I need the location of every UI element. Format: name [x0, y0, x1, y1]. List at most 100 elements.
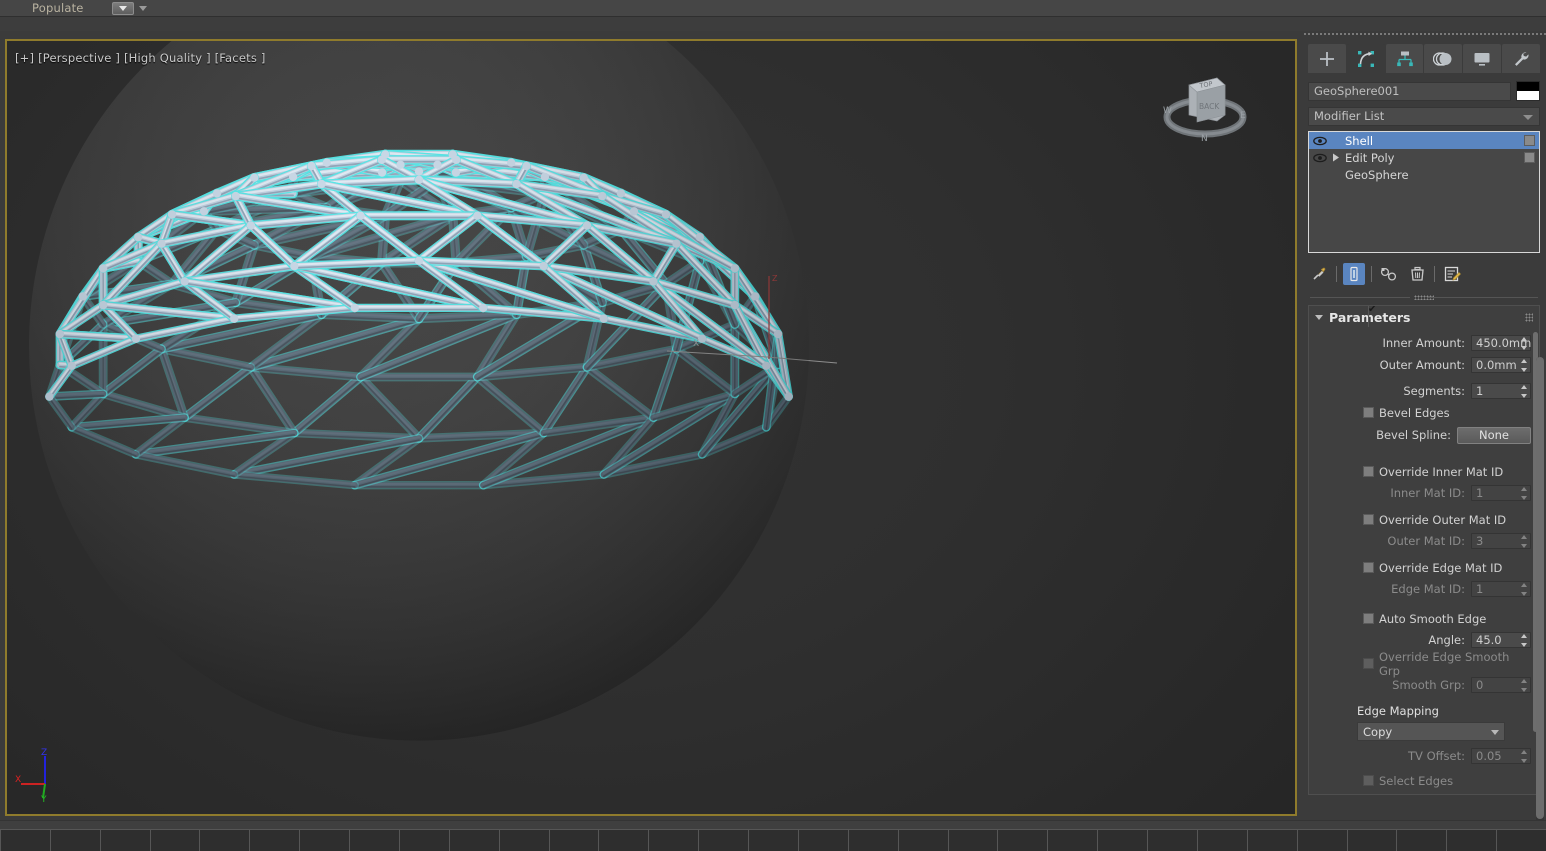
scrollbar-thumb[interactable] — [1536, 357, 1544, 819]
override-edge-mat-checkbox[interactable] — [1363, 562, 1374, 573]
tab-hierarchy[interactable] — [1386, 44, 1424, 74]
modifier-label: Edit Poly — [1343, 151, 1395, 165]
viewcube[interactable]: W E N TOP BACK — [1155, 63, 1255, 163]
tab-create[interactable] — [1308, 44, 1346, 74]
edge-mat-id-spinner[interactable]: 1 — [1471, 581, 1531, 597]
timeline-tick — [698, 830, 699, 851]
angle-value: 45.0 — [1472, 633, 1502, 647]
perspective-viewport[interactable]: XZ [+] [Perspective ] [High Quality ] [F… — [5, 39, 1297, 816]
angle-spinner[interactable]: 45.0 — [1471, 632, 1531, 648]
chevron-down-icon[interactable] — [139, 6, 147, 11]
tab-motion[interactable] — [1424, 44, 1462, 74]
inner-amount-spinner[interactable]: 450.0mm — [1471, 335, 1531, 351]
timeline-tick — [1347, 830, 1348, 851]
svg-text:BACK: BACK — [1199, 102, 1220, 111]
bevel-spline-button[interactable]: None — [1457, 427, 1531, 444]
timeline-tick — [549, 830, 550, 851]
select-edges-row[interactable]: Select Edges — [1315, 770, 1531, 791]
remove-modifier-icon[interactable] — [1406, 263, 1428, 285]
svg-text:Y: Y — [40, 795, 47, 805]
tab-display[interactable] — [1463, 44, 1501, 74]
edge-mapping-dropdown[interactable]: Copy — [1357, 722, 1505, 741]
top-toolbar: Populate — [0, 0, 1546, 17]
modifier-stack[interactable]: Shell Edit Poly GeoSphere — [1308, 131, 1540, 253]
override-outer-mat-row[interactable]: Override Outer Mat ID — [1315, 509, 1531, 530]
override-inner-mat-checkbox[interactable] — [1363, 466, 1374, 477]
segments-spinner[interactable]: 1 — [1471, 383, 1531, 399]
eye-icon[interactable] — [1311, 136, 1329, 146]
select-edges-label: Select Edges — [1379, 774, 1453, 788]
timeline-ticks[interactable] — [0, 829, 1546, 851]
override-edge-smooth-grp-row[interactable]: Override Edge Smooth Grp — [1315, 653, 1531, 674]
override-inner-mat-row[interactable]: Override Inner Mat ID — [1315, 461, 1531, 482]
bevel-spline-row: Bevel Spline: None — [1315, 423, 1531, 447]
segments-value: 1 — [1472, 384, 1483, 398]
edge-mat-id-row: Edge Mat ID: 1 — [1315, 578, 1531, 600]
eye-icon[interactable] — [1311, 153, 1329, 163]
object-color-swatch[interactable] — [1516, 81, 1540, 101]
timeline-tick — [299, 830, 300, 851]
outer-mat-id-value: 3 — [1472, 534, 1483, 548]
parameters-rollout: Parameters Inner Amount: 450.0mm Outer A… — [1308, 305, 1540, 795]
modifier-label: Shell — [1343, 134, 1373, 148]
modifier-list-dropdown[interactable]: Modifier List — [1308, 107, 1540, 126]
override-outer-mat-checkbox[interactable] — [1363, 514, 1374, 525]
command-panel-tabs — [1308, 44, 1540, 74]
object-name-row: GeoSphere001 — [1308, 81, 1540, 101]
select-edges-checkbox[interactable] — [1363, 775, 1374, 786]
override-edge-mat-row[interactable]: Override Edge Mat ID — [1315, 557, 1531, 578]
svg-text:X: X — [693, 339, 699, 349]
auto-smooth-edge-row[interactable]: ✔ Auto Smooth Edge — [1315, 608, 1531, 629]
modifier-stack-toolbar — [1308, 261, 1540, 287]
outer-amount-spinner[interactable]: 0.0mm — [1471, 357, 1531, 373]
chevron-down-icon — [1491, 730, 1499, 735]
outer-mat-id-label: Outer Mat ID: — [1315, 534, 1471, 548]
tab-modify[interactable] — [1347, 44, 1385, 74]
populate-dropdown-icon[interactable] — [112, 2, 134, 15]
edge-mat-id-value: 1 — [1472, 582, 1483, 596]
auto-smooth-edge-label: Auto Smooth Edge — [1379, 612, 1486, 626]
tab-utilities[interactable] — [1502, 44, 1540, 74]
bevel-edges-checkbox[interactable] — [1363, 407, 1374, 418]
configure-modifier-sets-icon[interactable] — [1441, 263, 1463, 285]
show-end-result-icon[interactable] — [1343, 263, 1365, 285]
parameters-rollout-header[interactable]: Parameters — [1309, 306, 1539, 328]
edge-mapping-value: Copy — [1363, 725, 1392, 739]
svg-text:E: E — [1240, 111, 1246, 121]
modifier-stack-item-edit-poly[interactable]: Edit Poly — [1309, 149, 1539, 166]
auto-smooth-edge-checkbox[interactable]: ✔ — [1363, 613, 1374, 624]
modifier-toggle-checkbox[interactable] — [1524, 152, 1535, 163]
make-unique-icon[interactable] — [1378, 263, 1400, 285]
modifier-stack-item-shell[interactable]: Shell — [1309, 132, 1539, 149]
override-edge-smooth-grp-label: Override Edge Smooth Grp — [1379, 650, 1531, 678]
command-panel-drag-handle[interactable] — [1302, 31, 1546, 38]
svg-text:X: X — [15, 775, 21, 785]
inner-mat-id-spinner[interactable]: 1 — [1471, 485, 1531, 501]
modifier-stack-item-geosphere[interactable]: GeoSphere — [1309, 166, 1539, 183]
outer-mat-id-spinner[interactable]: 3 — [1471, 533, 1531, 549]
timeline-tick — [1197, 830, 1198, 851]
override-inner-mat-label: Override Inner Mat ID — [1379, 465, 1503, 479]
timeline-tick — [249, 830, 250, 851]
timeline-tick — [848, 830, 849, 851]
object-name-field[interactable]: GeoSphere001 — [1308, 82, 1511, 101]
override-edge-smooth-grp-checkbox[interactable] — [1363, 658, 1374, 669]
timeline-tick — [1247, 830, 1248, 851]
timeline-tick — [399, 830, 400, 851]
smooth-grp-spinner[interactable]: 0 — [1471, 677, 1531, 693]
track-bar[interactable] — [0, 820, 1546, 851]
timeline-tick — [598, 830, 599, 851]
modifier-toggle-checkbox[interactable] — [1524, 135, 1535, 146]
geodesic-dome-model[interactable]: XZ — [7, 41, 1295, 814]
bevel-edges-row[interactable]: Bevel Edges — [1315, 402, 1531, 423]
timeline-tick — [648, 830, 649, 851]
tv-offset-spinner[interactable]: 0.05 — [1471, 748, 1531, 764]
timeline-tick — [0, 830, 1, 851]
command-panel-scrollbar[interactable] — [1536, 357, 1544, 851]
tv-offset-row: TV Offset: 0.05 — [1315, 745, 1531, 767]
expand-triangle-icon[interactable] — [1329, 153, 1343, 162]
timeline-tick — [100, 830, 101, 851]
viewport-label[interactable]: [+] [Perspective ] [High Quality ] [Face… — [15, 51, 266, 65]
svg-text:N: N — [1201, 134, 1208, 144]
pin-stack-icon[interactable] — [1308, 263, 1330, 285]
